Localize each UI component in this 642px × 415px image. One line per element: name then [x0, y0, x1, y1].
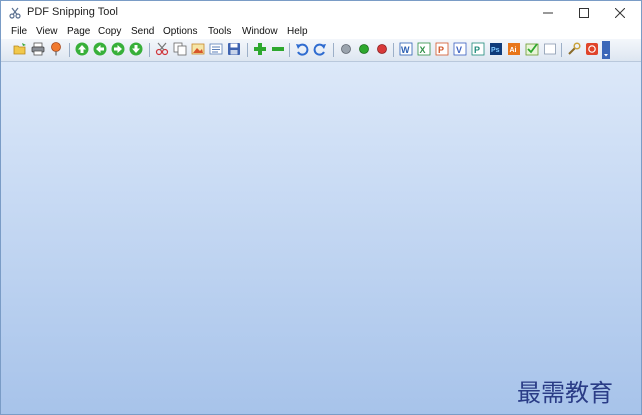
excel-icon[interactable]: X [417, 42, 431, 56]
svg-text:Ai: Ai [510, 47, 517, 54]
publisher-icon[interactable]: P [471, 42, 485, 56]
right-arrow-icon[interactable] [111, 42, 125, 56]
menu-copy[interactable]: Copy [98, 25, 121, 39]
snip-image-icon[interactable] [191, 42, 205, 56]
open-icon[interactable] [13, 42, 27, 56]
pin-icon[interactable] [49, 42, 63, 56]
minimize-icon [543, 12, 553, 14]
snip-text-icon[interactable] [209, 42, 223, 56]
svg-text:W: W [401, 45, 410, 55]
illustrator-icon[interactable]: Ai [507, 42, 521, 56]
menu-options[interactable]: Options [163, 25, 197, 39]
svg-text:P: P [474, 45, 480, 55]
cut-icon[interactable] [155, 42, 169, 56]
toolbar-overflow-icon[interactable] [602, 41, 610, 59]
word-icon[interactable]: W [399, 42, 413, 56]
maximize-button[interactable] [567, 1, 601, 25]
document-workspace[interactable]: 最需教育 [1, 62, 641, 414]
down-arrow-icon[interactable] [129, 42, 143, 56]
minimize-button[interactable] [531, 1, 565, 25]
window-title: PDF Snipping Tool [27, 6, 118, 18]
menu-help[interactable]: Help [287, 25, 308, 39]
svg-text:最需教育: 最需教育 [517, 379, 613, 407]
close-icon [615, 8, 625, 18]
menu-send[interactable]: Send [131, 25, 154, 39]
menu-tools[interactable]: Tools [208, 25, 231, 39]
blank-icon[interactable] [543, 42, 557, 56]
save-icon[interactable] [227, 42, 241, 56]
undo-icon[interactable] [295, 42, 309, 56]
menu-view[interactable]: View [36, 25, 58, 39]
exit-icon[interactable] [585, 42, 599, 56]
svg-text:X: X [420, 45, 426, 55]
toolbar: W X P V P Ps Ai [1, 39, 641, 62]
light-red-icon[interactable] [375, 42, 389, 56]
title-bar: PDF Snipping Tool [1, 1, 641, 25]
scissors-icon [9, 7, 21, 19]
toolbar-separator [247, 43, 248, 57]
copy-icon[interactable] [173, 42, 187, 56]
toolbar-separator [149, 43, 150, 57]
svg-text:P: P [438, 45, 444, 55]
visio-icon[interactable]: V [453, 42, 467, 56]
toolbar-separator [393, 43, 394, 57]
settings-icon[interactable] [567, 42, 581, 56]
accept-icon[interactable] [525, 42, 539, 56]
toolbar-separator [561, 43, 562, 57]
redo-icon[interactable] [313, 42, 327, 56]
add-icon[interactable] [253, 42, 267, 56]
photoshop-icon[interactable]: Ps [489, 42, 503, 56]
light-gray-icon[interactable] [339, 42, 353, 56]
maximize-icon [579, 8, 589, 18]
light-green-icon[interactable] [357, 42, 371, 56]
app-window: PDF Snipping Tool File View Page Copy Se… [0, 0, 642, 415]
toolbar-separator [69, 43, 70, 57]
print-icon[interactable] [31, 42, 45, 56]
menu-file[interactable]: File [11, 25, 27, 39]
menu-bar: File View Page Copy Send Options Tools W… [1, 25, 641, 39]
powerpoint-icon[interactable]: P [435, 42, 449, 56]
toolbar-separator [333, 43, 334, 57]
up-arrow-icon[interactable] [75, 42, 89, 56]
svg-text:V: V [456, 45, 462, 55]
toolbar-separator [289, 43, 290, 57]
menu-window[interactable]: Window [242, 25, 278, 39]
left-arrow-icon[interactable] [93, 42, 107, 56]
svg-text:Ps: Ps [491, 47, 500, 54]
close-button[interactable] [603, 1, 637, 25]
menu-page[interactable]: Page [67, 25, 90, 39]
remove-icon[interactable] [271, 42, 285, 56]
watermark: 最需教育 [517, 379, 613, 407]
